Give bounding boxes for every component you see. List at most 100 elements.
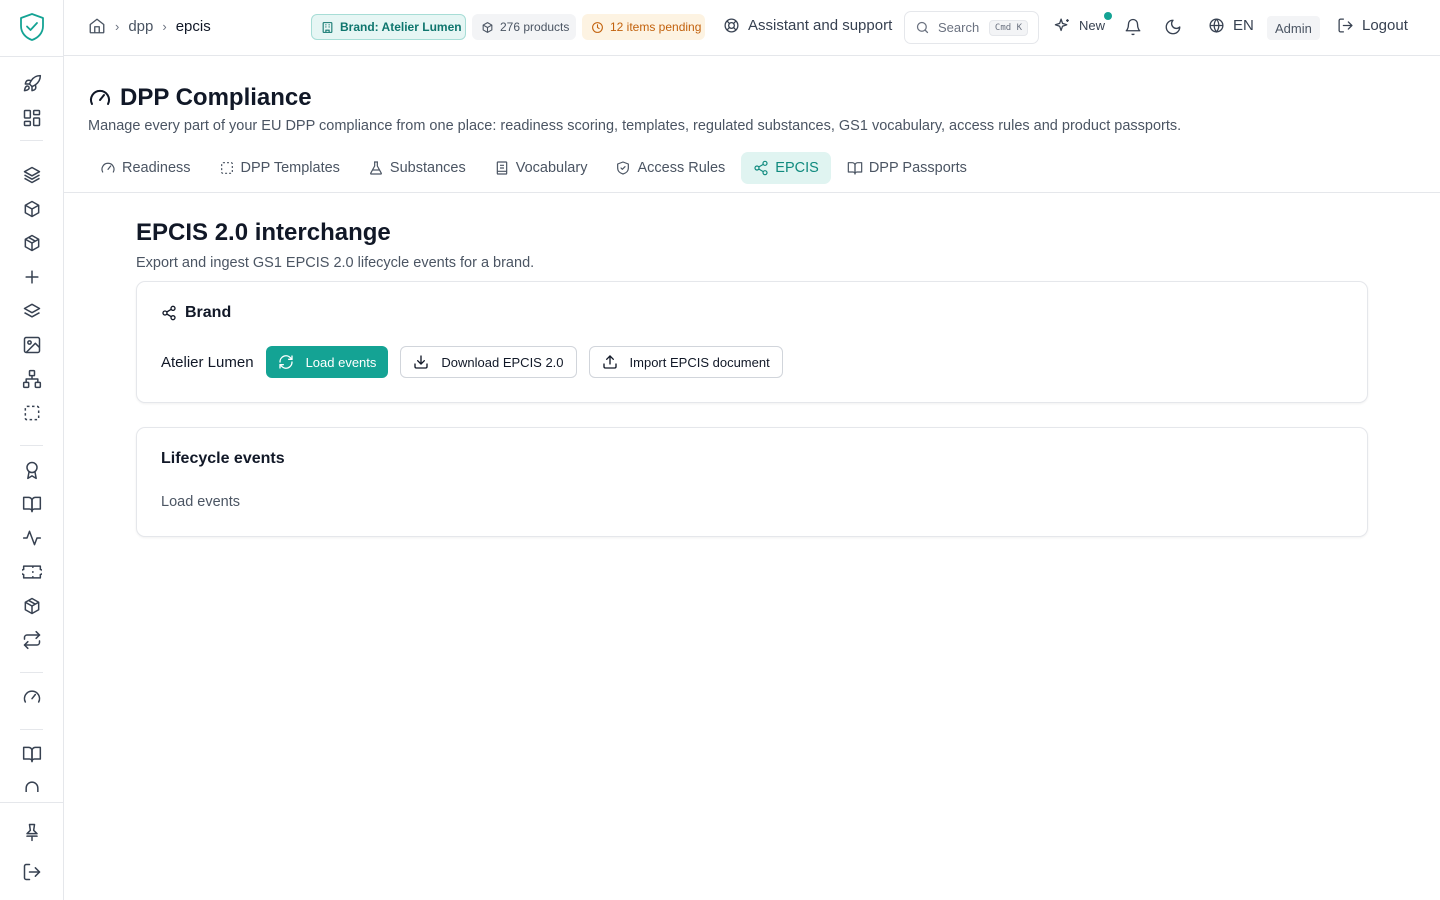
sparkles-icon	[1054, 17, 1071, 34]
search-icon	[915, 20, 930, 35]
tab-epcis[interactable]: EPCIS	[741, 152, 831, 184]
tab-label: Substances	[389, 160, 466, 176]
brand-card-header: Brand	[161, 304, 231, 322]
products-count-label: 276 products	[500, 20, 570, 34]
breadcrumb: › dpp › epcis	[88, 17, 211, 35]
repeat-icon[interactable]	[22, 630, 42, 650]
whats-new-button[interactable]: New	[1054, 17, 1105, 34]
tab-label: Vocabulary	[515, 160, 588, 176]
dashed-square-icon	[219, 160, 235, 176]
package-check-icon[interactable]	[22, 596, 42, 616]
rocket-icon[interactable]	[22, 74, 42, 94]
logout-icon[interactable]	[22, 862, 42, 882]
gauge-icon	[88, 86, 112, 110]
share-icon	[753, 160, 769, 176]
tab-readiness[interactable]: Readiness	[88, 152, 203, 184]
load-events-label: Load events	[305, 354, 377, 370]
image-icon[interactable]	[22, 335, 42, 355]
pin-icon[interactable]	[22, 822, 42, 842]
dashboard-grid-icon[interactable]	[22, 108, 42, 128]
logout-icon	[1337, 17, 1354, 34]
globe-icon	[1208, 17, 1225, 34]
search-shortcut: Cmd K	[988, 19, 1028, 36]
tab-label: Readiness	[122, 160, 191, 176]
tab-bar: Readiness DPP Templates Substances Vocab…	[88, 152, 979, 184]
shield-check-icon	[615, 160, 631, 176]
lifecycle-events-title: Lifecycle events	[161, 450, 285, 467]
sidebar-separator	[20, 729, 43, 730]
logout-button[interactable]: Logout	[1337, 17, 1408, 34]
arch-icon[interactable]	[22, 778, 42, 792]
breadcrumb-dpp[interactable]: dpp	[128, 18, 153, 35]
breadcrumb-current: epcis	[175, 17, 211, 35]
layers-icon[interactable]	[22, 165, 42, 185]
book-icon	[494, 160, 510, 176]
bell-icon[interactable]	[1124, 18, 1142, 36]
ticket-icon[interactable]	[22, 562, 42, 582]
pending-items-label: 12 items pending	[610, 20, 702, 34]
book-open-icon[interactable]	[22, 494, 42, 514]
tab-label: DPP Passports	[868, 160, 967, 176]
pending-items-badge[interactable]: 12 items pending	[582, 14, 705, 40]
search-input[interactable]: Search Cmd K	[904, 11, 1039, 44]
home-icon[interactable]	[88, 17, 106, 35]
new-indicator-dot	[1104, 12, 1112, 20]
products-count-badge[interactable]: 276 products	[472, 14, 576, 40]
tab-label: DPP Templates	[240, 160, 340, 176]
brand-card: Brand Atelier Lumen Load events Download…	[136, 281, 1368, 403]
brand-actions-row: Atelier Lumen Load events Download EPCIS…	[161, 346, 795, 378]
package-icon[interactable]	[22, 199, 42, 219]
download-icon	[413, 354, 429, 370]
tab-substances[interactable]: Substances	[356, 152, 478, 184]
sidebar-separator	[20, 672, 43, 673]
package-icon	[481, 21, 494, 34]
plus-icon[interactable]	[22, 267, 42, 287]
open-book-icon	[847, 160, 863, 176]
tab-vocabulary[interactable]: Vocabulary	[482, 152, 600, 184]
activity-icon[interactable]	[22, 528, 42, 548]
whats-new-label: New	[1079, 18, 1106, 33]
download-epcis-label: Download EPCIS 2.0	[441, 354, 564, 370]
brand-name: Atelier Lumen	[161, 353, 254, 371]
chevron-right-icon: ›	[162, 18, 167, 34]
import-epcis-label: Import EPCIS document	[629, 354, 770, 370]
download-epcis-button[interactable]: Download EPCIS 2.0	[400, 346, 577, 378]
share-icon	[161, 305, 177, 321]
tab-dpp-passports[interactable]: DPP Passports	[835, 152, 979, 184]
stack-icon[interactable]	[22, 301, 42, 321]
gauge-icon[interactable]	[22, 687, 42, 707]
page-title-row: DPP Compliance	[88, 84, 312, 112]
refresh-icon	[278, 354, 294, 370]
sidebar-separator	[20, 445, 43, 446]
section-title: EPCIS 2.0 interchange	[136, 219, 391, 246]
book-open-icon[interactable]	[22, 744, 42, 764]
shield-check-logo-icon[interactable]	[18, 12, 46, 42]
flask-icon	[368, 160, 384, 176]
brand-card-title: Brand	[185, 304, 232, 321]
brand-badge[interactable]: Brand: Atelier Lumen	[311, 14, 466, 40]
box-icon[interactable]	[22, 233, 42, 253]
sidebar	[0, 0, 64, 900]
page-subtitle: Manage every part of your EU DPP complia…	[88, 118, 1182, 134]
assistant-support-link[interactable]: Assistant and support	[723, 17, 892, 34]
sidebar-separator	[20, 140, 43, 141]
topbar: › dpp › epcis Brand: Atelier Lumen 276 p…	[64, 0, 1440, 56]
tab-label: EPCIS	[775, 160, 819, 176]
language-label: EN	[1233, 17, 1254, 34]
events-empty-state: Load events	[161, 494, 241, 510]
brand-badge-label: Brand: Atelier Lumen	[340, 20, 462, 34]
tab-access-rules[interactable]: Access Rules	[603, 152, 737, 184]
lifebuoy-icon	[723, 17, 740, 34]
sidebar-divider	[0, 56, 64, 57]
language-selector[interactable]: EN	[1208, 17, 1254, 34]
gauge-icon	[100, 160, 116, 176]
award-icon[interactable]	[22, 460, 42, 480]
dashed-square-icon[interactable]	[22, 403, 42, 423]
building-icon	[321, 21, 334, 34]
tab-dpp-templates[interactable]: DPP Templates	[207, 152, 352, 184]
assistant-support-label: Assistant and support	[748, 17, 893, 34]
import-epcis-button[interactable]: Import EPCIS document	[588, 346, 783, 378]
moon-icon[interactable]	[1164, 18, 1182, 36]
hierarchy-icon[interactable]	[22, 369, 42, 389]
load-events-button[interactable]: Load events	[265, 346, 389, 378]
